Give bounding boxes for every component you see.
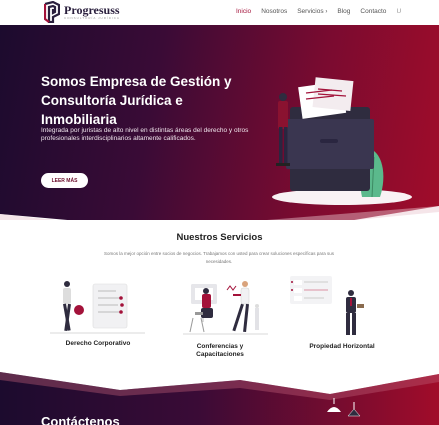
nav-extra[interactable]: U <box>396 8 401 15</box>
nav-item-servicios[interactable]: Servicios › <box>297 8 327 15</box>
services-description: Somos la mejor opción entre socios de ne… <box>103 251 335 264</box>
filing-cabinet-illustration <box>272 77 412 205</box>
hero-title: Somos Empresa de Gestión y Consultoría J… <box>41 74 232 127</box>
chevron-down-icon: › <box>325 9 328 15</box>
corporate-law-illustration <box>50 281 145 334</box>
service-label-corporate[interactable]: Derecho Corporativo <box>48 340 148 348</box>
hero-wave-divider <box>0 206 439 220</box>
lamp-icon <box>327 398 361 417</box>
services-title: Nuestros Servicios <box>176 232 263 243</box>
read-more-button[interactable]: LEER MÁS <box>41 173 88 188</box>
nav-item-inicio[interactable]: Inicio <box>236 8 251 15</box>
nav-item-servicios-label: Servicios <box>297 8 324 15</box>
brand-logo[interactable]: Progresuss CONSULTORÍA JURÍDICA <box>44 1 120 23</box>
hero-section: Somos Empresa de Gestión y Consultoría J… <box>0 25 439 220</box>
nav-item-blog[interactable]: Blog <box>337 8 350 15</box>
service-label-conferences[interactable]: Conferencias y Capacitaciones <box>180 343 260 358</box>
service-label-property[interactable]: Propiedad Horizontal <box>292 343 392 351</box>
site-header: Progresuss CONSULTORÍA JURÍDICA Inicio N… <box>0 0 439 25</box>
nav-item-contacto[interactable]: Contacto <box>360 8 386 15</box>
hero-subtitle: Integrada por juristas de alto nivel en … <box>41 127 249 142</box>
main-nav: Inicio Nosotros Servicios › Blog Contact… <box>236 8 401 15</box>
brand-name: Progresuss <box>64 3 120 17</box>
property-illustration <box>290 276 364 335</box>
logo-icon <box>44 1 60 23</box>
conference-illustration <box>183 281 268 335</box>
nav-item-nosotros[interactable]: Nosotros <box>261 8 287 15</box>
brand-tagline: CONSULTORÍA JURÍDICA <box>64 16 120 20</box>
contact-title: Contáctenos <box>41 414 120 425</box>
